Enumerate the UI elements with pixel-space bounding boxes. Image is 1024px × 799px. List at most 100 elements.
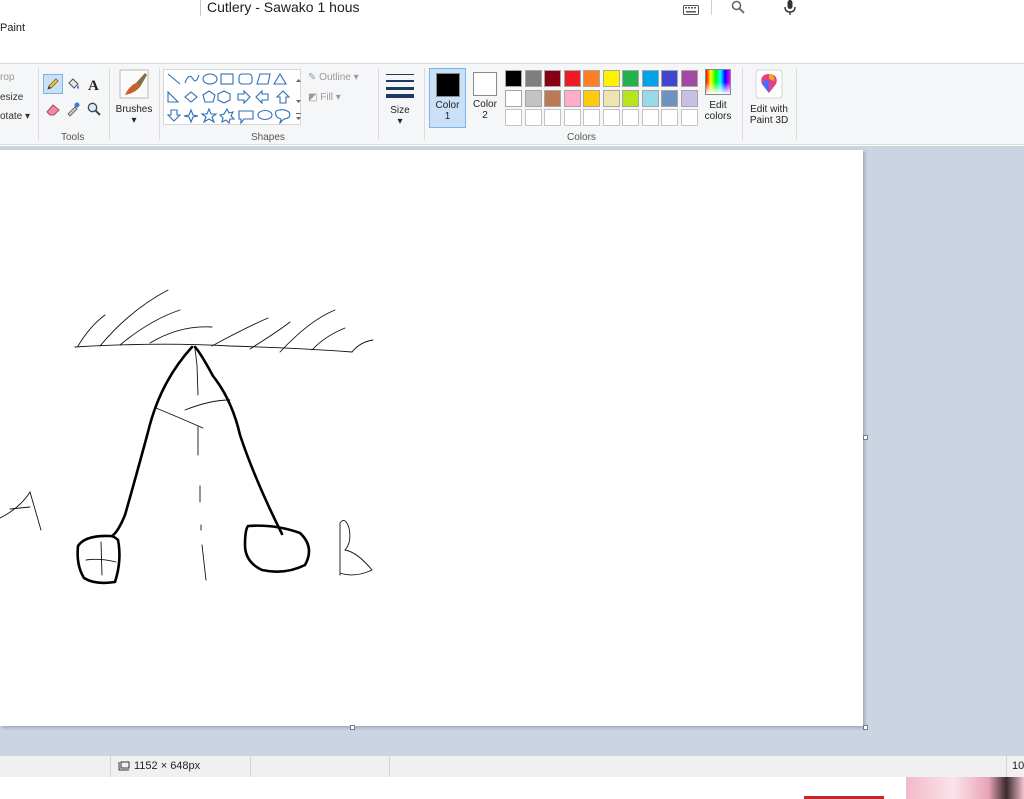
palette-swatch[interactable]: [524, 109, 542, 126]
palette-swatch[interactable]: [544, 109, 561, 126]
rotate-button[interactable]: otate ▾: [0, 111, 30, 122]
resize-handle-bottom[interactable]: [350, 725, 355, 730]
shapes-icon: [166, 72, 301, 125]
chevron-down-icon: ▾: [25, 111, 31, 122]
chevron-down-icon: ▾: [353, 72, 359, 83]
brush-icon: [119, 69, 149, 99]
palette-swatch[interactable]: [505, 89, 522, 107]
paint-3d-icon: [755, 69, 783, 99]
palette-swatch[interactable]: [524, 70, 542, 87]
keyboard-icon[interactable]: [683, 2, 699, 20]
color-picker-icon: [67, 102, 80, 117]
color-2-button[interactable]: Color 2: [467, 68, 503, 128]
palette-swatch[interactable]: [661, 89, 678, 107]
canvas-size-icon: [118, 760, 130, 778]
size-button[interactable]: Size ▾: [384, 69, 416, 127]
fill-button[interactable]: ◩ Fill ▾: [308, 92, 341, 103]
outline-label: Outline: [319, 72, 351, 83]
palette-swatch[interactable]: [563, 89, 581, 107]
size-label: Size: [390, 105, 410, 116]
edit-colors-button[interactable]: Edit colors: [703, 69, 733, 122]
palette-swatch[interactable]: [680, 89, 698, 107]
palette-swatch[interactable]: [680, 109, 698, 126]
palette-swatch[interactable]: [622, 109, 639, 126]
brushes-label: Brushes: [115, 104, 153, 115]
palette-swatch[interactable]: [563, 70, 581, 87]
group-separator: [424, 68, 425, 140]
group-separator: [159, 68, 160, 140]
magnifier-tool[interactable]: [84, 99, 104, 119]
resize-handle-right[interactable]: [863, 435, 868, 440]
color-picker-tool[interactable]: [63, 99, 83, 119]
tools-group-label: Tools: [61, 132, 85, 143]
palette-swatch[interactable]: [641, 70, 659, 87]
palette-swatch[interactable]: [505, 109, 522, 126]
palette-swatch[interactable]: [680, 70, 698, 87]
color-1-swatch: [435, 73, 460, 97]
group-separator: [796, 68, 797, 140]
rotate-label: otate: [0, 111, 23, 122]
group-separator: [109, 68, 110, 140]
color-1-label: Color 1: [435, 100, 460, 122]
window-title-field[interactable]: Cutlery - Sawako 1 hous: [200, 0, 672, 16]
paint-window: Cutlery - Sawako 1 hous Paint rop esize …: [0, 0, 1024, 799]
shapes-gallery[interactable]: [163, 69, 301, 125]
palette-swatch[interactable]: [622, 89, 639, 107]
eraser-icon: [46, 104, 60, 116]
taskbar-strip: [0, 777, 1024, 799]
resize-button[interactable]: esize: [0, 92, 23, 103]
status-separator: [250, 756, 251, 778]
palette-swatch[interactable]: [563, 109, 581, 126]
group-separator: [742, 68, 743, 140]
palette-swatch[interactable]: [641, 109, 659, 126]
canvas-dimensions: 1152 × 648px: [134, 760, 201, 772]
palette-swatch[interactable]: [602, 89, 620, 107]
outline-button[interactable]: ✎ Outline ▾: [308, 72, 359, 83]
palette-swatch[interactable]: [641, 89, 659, 107]
eraser-tool[interactable]: [43, 99, 63, 119]
palette-swatch[interactable]: [544, 70, 561, 87]
fill-tool[interactable]: [63, 74, 83, 94]
palette-swatch[interactable]: [505, 70, 522, 87]
palette-swatch[interactable]: [544, 89, 561, 107]
color-1-button[interactable]: Color 1: [429, 68, 466, 128]
window-title-text: Cutlery - Sawako 1 hous: [207, 0, 360, 15]
svg-text:A: A: [88, 78, 99, 92]
crop-button[interactable]: rop: [0, 72, 14, 83]
palette-swatch[interactable]: [622, 70, 639, 87]
palette-swatch[interactable]: [524, 89, 542, 107]
edit-with-paint-3d-button[interactable]: Edit with Paint 3D: [746, 69, 792, 126]
outline-icon: ✎: [308, 72, 317, 83]
shapes-group-label: Shapes: [251, 132, 285, 143]
group-separator: [378, 68, 379, 140]
search-icon[interactable]: [731, 0, 745, 19]
microphone-icon[interactable]: [783, 0, 797, 21]
palette-swatch[interactable]: [583, 89, 600, 107]
palette-swatch[interactable]: [661, 109, 678, 126]
size-icon: [386, 74, 414, 98]
magnifier-icon: [87, 102, 101, 116]
text-tool[interactable]: A: [84, 74, 104, 94]
palette-swatch[interactable]: [602, 109, 620, 126]
fill-bucket-icon: ◩: [308, 92, 318, 103]
palette-swatch[interactable]: [583, 70, 600, 87]
palette-swatch[interactable]: [661, 70, 678, 87]
workspace: [0, 146, 1024, 755]
fill-label: Fill: [320, 92, 334, 103]
drawing-canvas[interactable]: [0, 150, 863, 726]
colors-group-label: Colors: [567, 132, 596, 143]
chevron-down-icon: ▾: [397, 116, 403, 127]
pencil-tool[interactable]: [43, 74, 63, 94]
pencil-icon: [47, 78, 59, 90]
title-separator: [711, 0, 712, 15]
palette-swatch[interactable]: [583, 109, 600, 126]
status-separator: [389, 756, 390, 778]
text-icon: A: [88, 78, 99, 92]
status-separator: [1006, 756, 1007, 778]
taskbar-thumbnail[interactable]: [906, 777, 1024, 799]
palette-swatch[interactable]: [602, 70, 620, 87]
sketch-drawing: [0, 289, 374, 585]
chevron-down-icon: ▾: [131, 115, 137, 126]
resize-handle-corner[interactable]: [863, 725, 868, 730]
brushes-button[interactable]: Brushes ▾: [114, 69, 154, 126]
